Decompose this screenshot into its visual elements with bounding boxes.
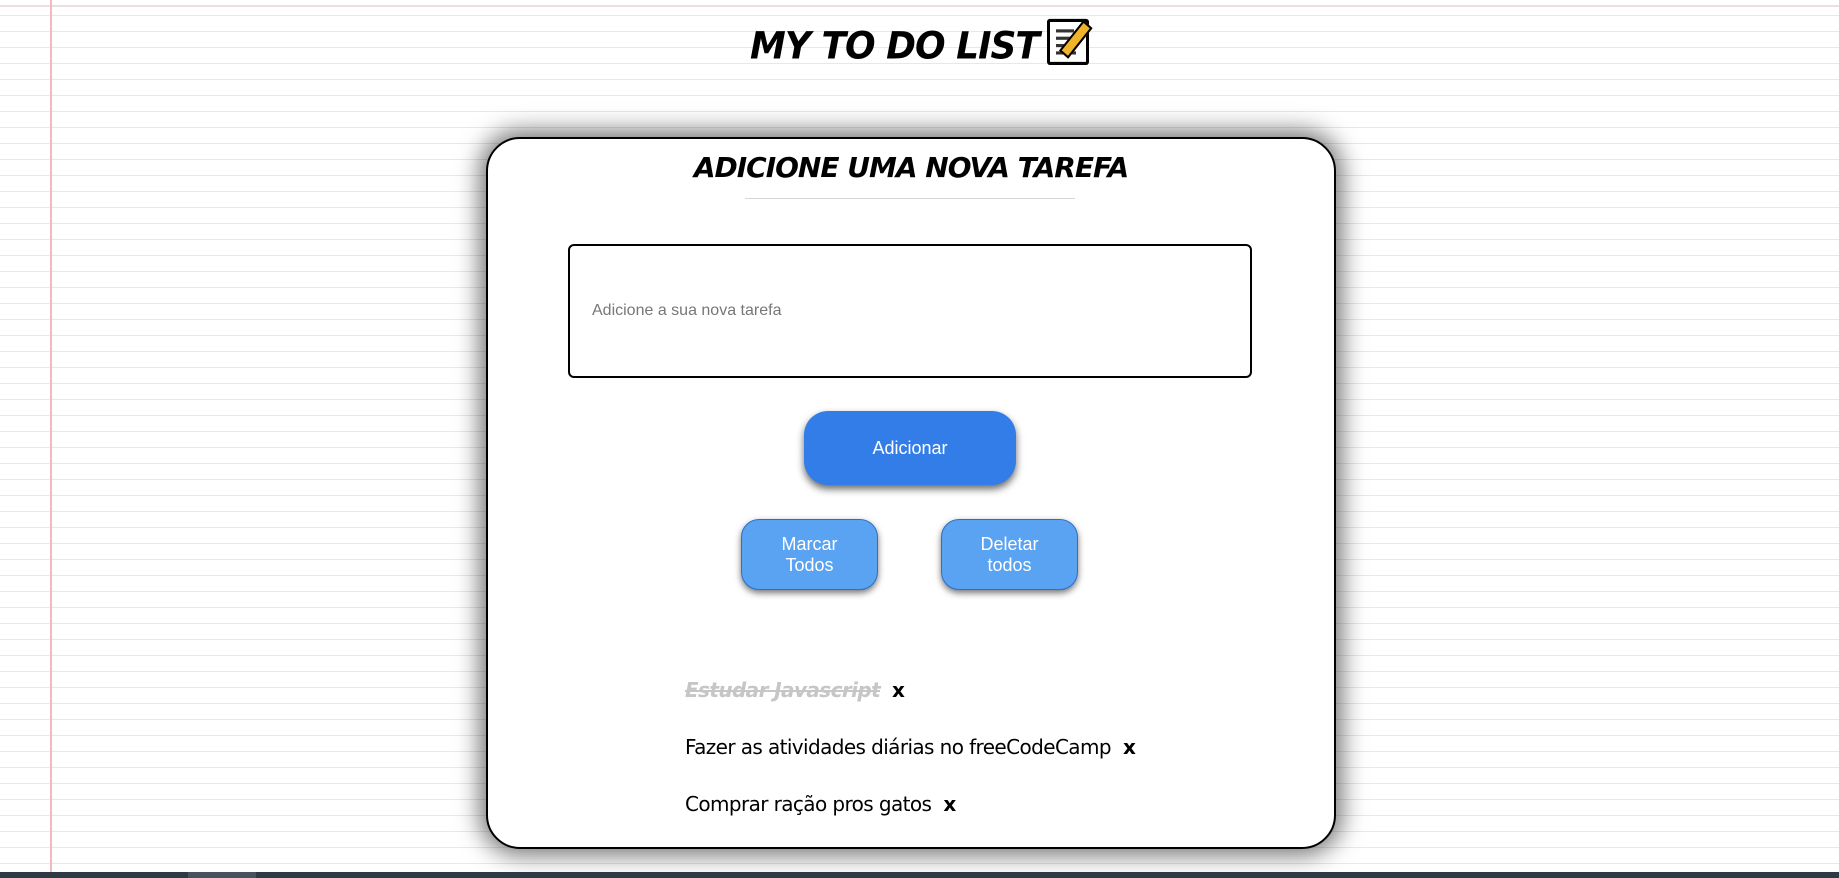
task-item-done[interactable]: Estudar Javascript x <box>685 678 1136 702</box>
notebook-top-rule <box>0 5 1839 7</box>
delete-all-label: Deletar todos <box>980 533 1039 575</box>
taskbar-app-slot[interactable] <box>188 872 256 878</box>
task-text[interactable]: Comprar ração pros gatos <box>685 792 932 816</box>
delete-all-button[interactable]: Deletar todos <box>941 519 1078 590</box>
task-text[interactable]: Fazer as atividades diárias no freeCodeC… <box>685 735 1112 759</box>
page-title: MY TO DO LIST <box>750 25 1040 69</box>
mark-all-label: Marcar Todos <box>781 533 838 575</box>
add-task-button[interactable]: Adicionar <box>804 411 1016 485</box>
remove-task-button[interactable]: x <box>892 678 905 702</box>
task-text[interactable]: Estudar Javascript <box>685 678 881 702</box>
remove-task-button[interactable]: x <box>1123 735 1136 759</box>
mark-all-button[interactable]: Marcar Todos <box>741 519 878 590</box>
memo-notepad-icon <box>1046 18 1093 66</box>
new-task-input[interactable] <box>568 244 1252 378</box>
card-heading: ADICIONE UMA NOVA TAREFA <box>693 151 1129 184</box>
os-taskbar <box>0 872 1839 878</box>
page-title-container: MY TO DO LIST <box>0 18 1839 69</box>
notebook-margin-line <box>50 0 52 872</box>
heading-divider <box>745 198 1075 199</box>
task-item[interactable]: Fazer as atividades diárias no freeCodeC… <box>685 735 1136 759</box>
task-card: ADICIONE UMA NOVA TAREFA Adicionar Marca… <box>486 137 1336 849</box>
remove-task-button[interactable]: x <box>943 792 956 816</box>
task-item[interactable]: Comprar ração pros gatos x <box>685 792 1136 816</box>
task-list: Estudar Javascript x Fazer as atividades… <box>685 678 1136 850</box>
